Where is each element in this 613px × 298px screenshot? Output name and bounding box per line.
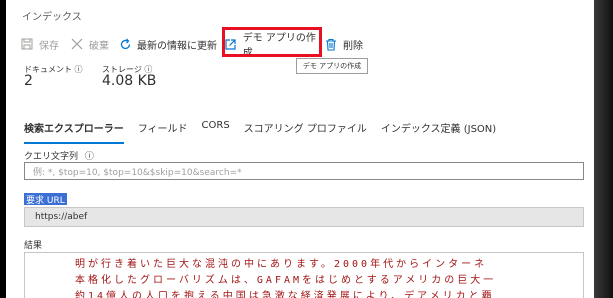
tooltip: デモ アプリの作成 xyxy=(296,58,368,74)
tab-bar: 検索エクスプローラー フィールド CORS スコアリング プロファイル インデッ… xyxy=(24,120,510,144)
window-edge xyxy=(594,0,613,298)
delete-label: 削除 xyxy=(343,40,363,52)
index-panel: インデックス 保存 破棄 最新の情報に更新 デモ アプリの作成 削除 デモ アプ… xyxy=(6,0,594,298)
info-icon[interactable]: ⓘ xyxy=(75,65,83,74)
save-label: 保存 xyxy=(39,40,59,52)
save-button[interactable]: 保存 xyxy=(20,34,70,54)
documents-value: 2 xyxy=(24,73,33,89)
tab-cors[interactable]: CORS xyxy=(202,120,230,136)
save-icon xyxy=(20,37,34,51)
tab-fields[interactable]: フィールド xyxy=(138,120,188,136)
page-title: インデックス xyxy=(22,12,82,23)
results-label: 結果 xyxy=(24,241,43,251)
info-icon[interactable]: ⓘ xyxy=(85,152,94,162)
result-line: 約14億人の人口を抱える中国は急激な経済発展により、デアメリカと覇 xyxy=(75,291,495,298)
result-line: 明が行き着いた巨大な混沌の中にあります。2000年代からインターネ xyxy=(75,259,488,270)
query-input[interactable]: 例: *, $top=10, $top=10&$skip=10&search=* xyxy=(24,162,584,180)
tab-search-explorer[interactable]: 検索エクスプローラー xyxy=(24,120,124,144)
discard-button[interactable]: 破棄 xyxy=(70,34,118,54)
request-url-field[interactable]: https://abef xyxy=(24,207,584,227)
results-panel[interactable]: 明が行き着いた巨大な混沌の中にあります。2000年代からインターネ 本格化したグ… xyxy=(24,252,584,298)
storage-value: 4.08 KB xyxy=(102,73,157,89)
query-label: クエリ文字列 ⓘ xyxy=(24,149,94,162)
query-placeholder: 例: *, $top=10, $top=10&$skip=10&search=* xyxy=(33,167,242,178)
trash-icon xyxy=(324,37,338,51)
tab-scoring-profiles[interactable]: スコアリング プロファイル xyxy=(244,120,367,136)
delete-button[interactable]: 削除 xyxy=(324,34,364,54)
request-url-label: 要求 URL xyxy=(24,193,67,206)
refresh-label: 最新の情報に更新 xyxy=(137,40,217,52)
highlight-box xyxy=(222,27,322,57)
refresh-button[interactable]: 最新の情報に更新 xyxy=(118,34,224,54)
discard-label: 破棄 xyxy=(89,40,109,52)
refresh-icon xyxy=(118,37,132,51)
close-icon xyxy=(70,37,84,51)
tab-index-definition[interactable]: インデックス定義 (JSON) xyxy=(381,120,496,136)
result-line: 本格化したグローバリズムは、GAFAMをはじめとするアメリカの巨大一 xyxy=(75,275,497,286)
query-label-text: クエリ文字列 xyxy=(24,152,79,162)
